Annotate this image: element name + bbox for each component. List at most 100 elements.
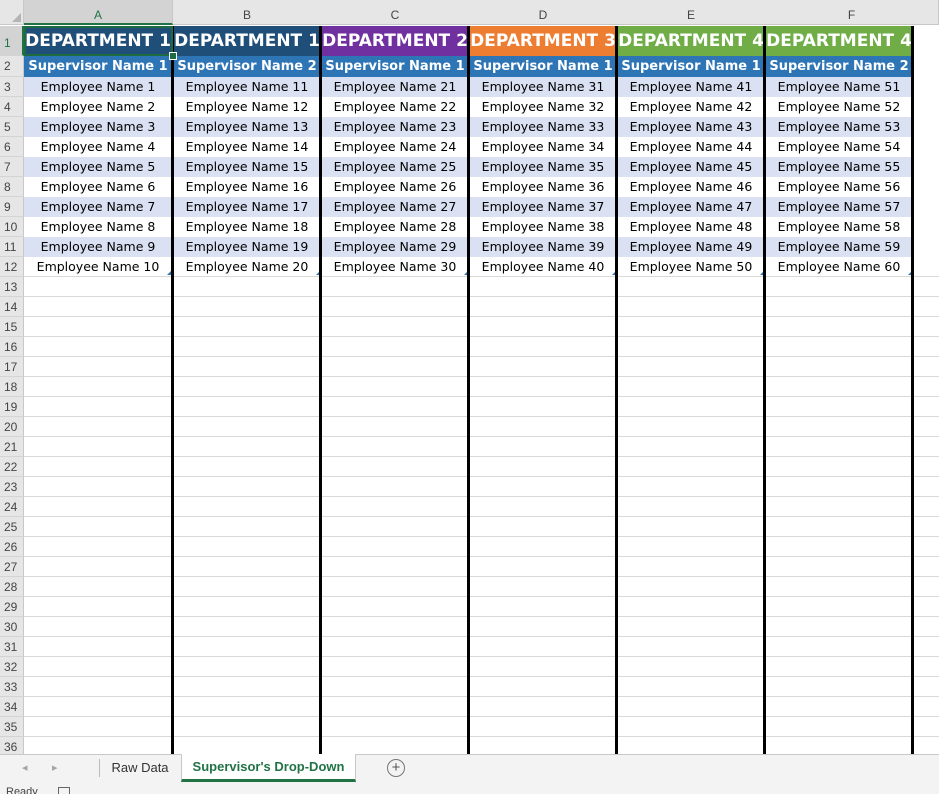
employee-cell[interactable]: Employee Name 33 — [469, 117, 617, 137]
employee-cell[interactable]: Employee Name 50 — [617, 257, 765, 277]
employee-cell[interactable]: Employee Name 8 — [24, 217, 172, 237]
employee-cell[interactable]: Employee Name 1 — [24, 77, 172, 97]
row-header-7[interactable]: 7 — [0, 157, 24, 177]
row-header-27[interactable]: 27 — [0, 557, 24, 577]
tab-scroll-left-icon[interactable]: ◂ — [22, 761, 28, 774]
employee-cell[interactable]: Employee Name 9 — [24, 237, 172, 257]
employee-cell[interactable]: Employee Name 5 — [24, 157, 172, 177]
department-header[interactable]: DEPARTMENT 2 — [321, 26, 469, 56]
employee-cell[interactable]: Employee Name 2 — [24, 97, 172, 117]
row-header-23[interactable]: 23 — [0, 477, 24, 497]
employee-cell[interactable]: Employee Name 37 — [469, 197, 617, 217]
supervisor-header[interactable]: Supervisor Name 1 — [617, 56, 765, 77]
row-header-26[interactable]: 26 — [0, 537, 24, 557]
employee-cell[interactable]: Employee Name 45 — [617, 157, 765, 177]
row-header-36[interactable]: 36 — [0, 737, 24, 754]
employee-cell[interactable]: Employee Name 51 — [765, 77, 913, 97]
employee-cell[interactable]: Employee Name 29 — [321, 237, 469, 257]
supervisor-header[interactable]: Supervisor Name 2 — [765, 56, 913, 77]
employee-cell[interactable]: Employee Name 31 — [469, 77, 617, 97]
employee-cell[interactable]: Employee Name 57 — [765, 197, 913, 217]
row-header-2[interactable]: 2 — [0, 56, 24, 77]
employee-cell[interactable]: Employee Name 15 — [173, 157, 321, 177]
employee-cell[interactable]: Employee Name 13 — [173, 117, 321, 137]
column-header-d[interactable]: D — [469, 0, 618, 25]
row-header-34[interactable]: 34 — [0, 697, 24, 717]
row-header-19[interactable]: 19 — [0, 397, 24, 417]
employee-cell[interactable]: Employee Name 46 — [617, 177, 765, 197]
row-header-31[interactable]: 31 — [0, 637, 24, 657]
employee-cell[interactable]: Employee Name 20 — [173, 257, 321, 277]
employee-cell[interactable]: Employee Name 54 — [765, 137, 913, 157]
employee-cell[interactable]: Employee Name 39 — [469, 237, 617, 257]
row-header-5[interactable]: 5 — [0, 117, 24, 137]
row-header-20[interactable]: 20 — [0, 417, 24, 437]
add-sheet-icon[interactable]: + — [387, 759, 405, 777]
employee-cell[interactable]: Employee Name 18 — [173, 217, 321, 237]
employee-cell[interactable]: Employee Name 48 — [617, 217, 765, 237]
employee-cell[interactable]: Employee Name 40 — [469, 257, 617, 277]
row-header-25[interactable]: 25 — [0, 517, 24, 537]
row-header-13[interactable]: 13 — [0, 277, 24, 297]
employee-cell[interactable]: Employee Name 28 — [321, 217, 469, 237]
row-header-15[interactable]: 15 — [0, 317, 24, 337]
employee-cell[interactable]: Employee Name 21 — [321, 77, 469, 97]
employee-cell[interactable]: Employee Name 25 — [321, 157, 469, 177]
employee-cell[interactable]: Employee Name 26 — [321, 177, 469, 197]
employee-cell[interactable]: Employee Name 3 — [24, 117, 172, 137]
employee-cell[interactable]: Employee Name 52 — [765, 97, 913, 117]
employee-cell[interactable]: Employee Name 59 — [765, 237, 913, 257]
row-header-16[interactable]: 16 — [0, 337, 24, 357]
employee-cell[interactable]: Employee Name 7 — [24, 197, 172, 217]
department-header[interactable]: DEPARTMENT 3 — [469, 26, 617, 56]
row-header-6[interactable]: 6 — [0, 137, 24, 157]
employee-cell[interactable]: Employee Name 53 — [765, 117, 913, 137]
employee-cell[interactable]: Employee Name 19 — [173, 237, 321, 257]
employee-cell[interactable]: Employee Name 44 — [617, 137, 765, 157]
employee-cell[interactable]: Employee Name 14 — [173, 137, 321, 157]
row-header-17[interactable]: 17 — [0, 357, 24, 377]
employee-cell[interactable]: Employee Name 49 — [617, 237, 765, 257]
spreadsheet-grid[interactable]: A B C D E F 1 2 3 4 5 6 7 8 9 10 11 12 13 14 15 16 17 18 19 20 21 2… — [0, 0, 939, 754]
row-header-3[interactable]: 3 — [0, 77, 24, 97]
department-header[interactable]: DEPARTMENT 4 — [617, 26, 765, 56]
employee-cell[interactable]: Employee Name 38 — [469, 217, 617, 237]
row-header-4[interactable]: 4 — [0, 97, 24, 117]
employee-cell[interactable]: Employee Name 35 — [469, 157, 617, 177]
employee-cell[interactable]: Employee Name 11 — [173, 77, 321, 97]
employee-cell[interactable]: Employee Name 36 — [469, 177, 617, 197]
employee-cell[interactable]: Employee Name 6 — [24, 177, 172, 197]
row-header-8[interactable]: 8 — [0, 177, 24, 197]
row-header-30[interactable]: 30 — [0, 617, 24, 637]
employee-cell[interactable]: Employee Name 27 — [321, 197, 469, 217]
column-header-e[interactable]: E — [617, 0, 766, 25]
employee-cell[interactable]: Employee Name 30 — [321, 257, 469, 277]
fill-handle[interactable] — [169, 52, 177, 60]
employee-cell[interactable]: Employee Name 22 — [321, 97, 469, 117]
column-header-c[interactable]: C — [321, 0, 470, 25]
row-header-12[interactable]: 12 — [0, 257, 24, 277]
department-header[interactable]: DEPARTMENT 4 — [765, 26, 913, 56]
supervisor-header[interactable]: Supervisor Name 1 — [469, 56, 617, 77]
employee-cell[interactable]: Employee Name 16 — [173, 177, 321, 197]
row-header-10[interactable]: 10 — [0, 217, 24, 237]
employee-cell[interactable]: Employee Name 4 — [24, 137, 172, 157]
supervisor-header[interactable]: Supervisor Name 1 — [24, 56, 172, 77]
row-header-11[interactable]: 11 — [0, 237, 24, 257]
employee-cell[interactable]: Employee Name 23 — [321, 117, 469, 137]
row-header-29[interactable]: 29 — [0, 597, 24, 617]
employee-cell[interactable]: Employee Name 56 — [765, 177, 913, 197]
macro-record-icon[interactable] — [58, 787, 70, 794]
row-header-18[interactable]: 18 — [0, 377, 24, 397]
employee-cell[interactable]: Employee Name 43 — [617, 117, 765, 137]
row-header-32[interactable]: 32 — [0, 657, 24, 677]
employee-cell[interactable]: Employee Name 58 — [765, 217, 913, 237]
row-header-14[interactable]: 14 — [0, 297, 24, 317]
tab-raw-data[interactable]: Raw Data — [104, 755, 176, 781]
row-header-33[interactable]: 33 — [0, 677, 24, 697]
row-header-9[interactable]: 9 — [0, 197, 24, 217]
employee-cell[interactable]: Employee Name 32 — [469, 97, 617, 117]
department-header[interactable]: DEPARTMENT 1 — [173, 26, 321, 56]
column-header-b[interactable]: B — [173, 0, 322, 25]
supervisor-header[interactable]: Supervisor Name 1 — [321, 56, 469, 77]
